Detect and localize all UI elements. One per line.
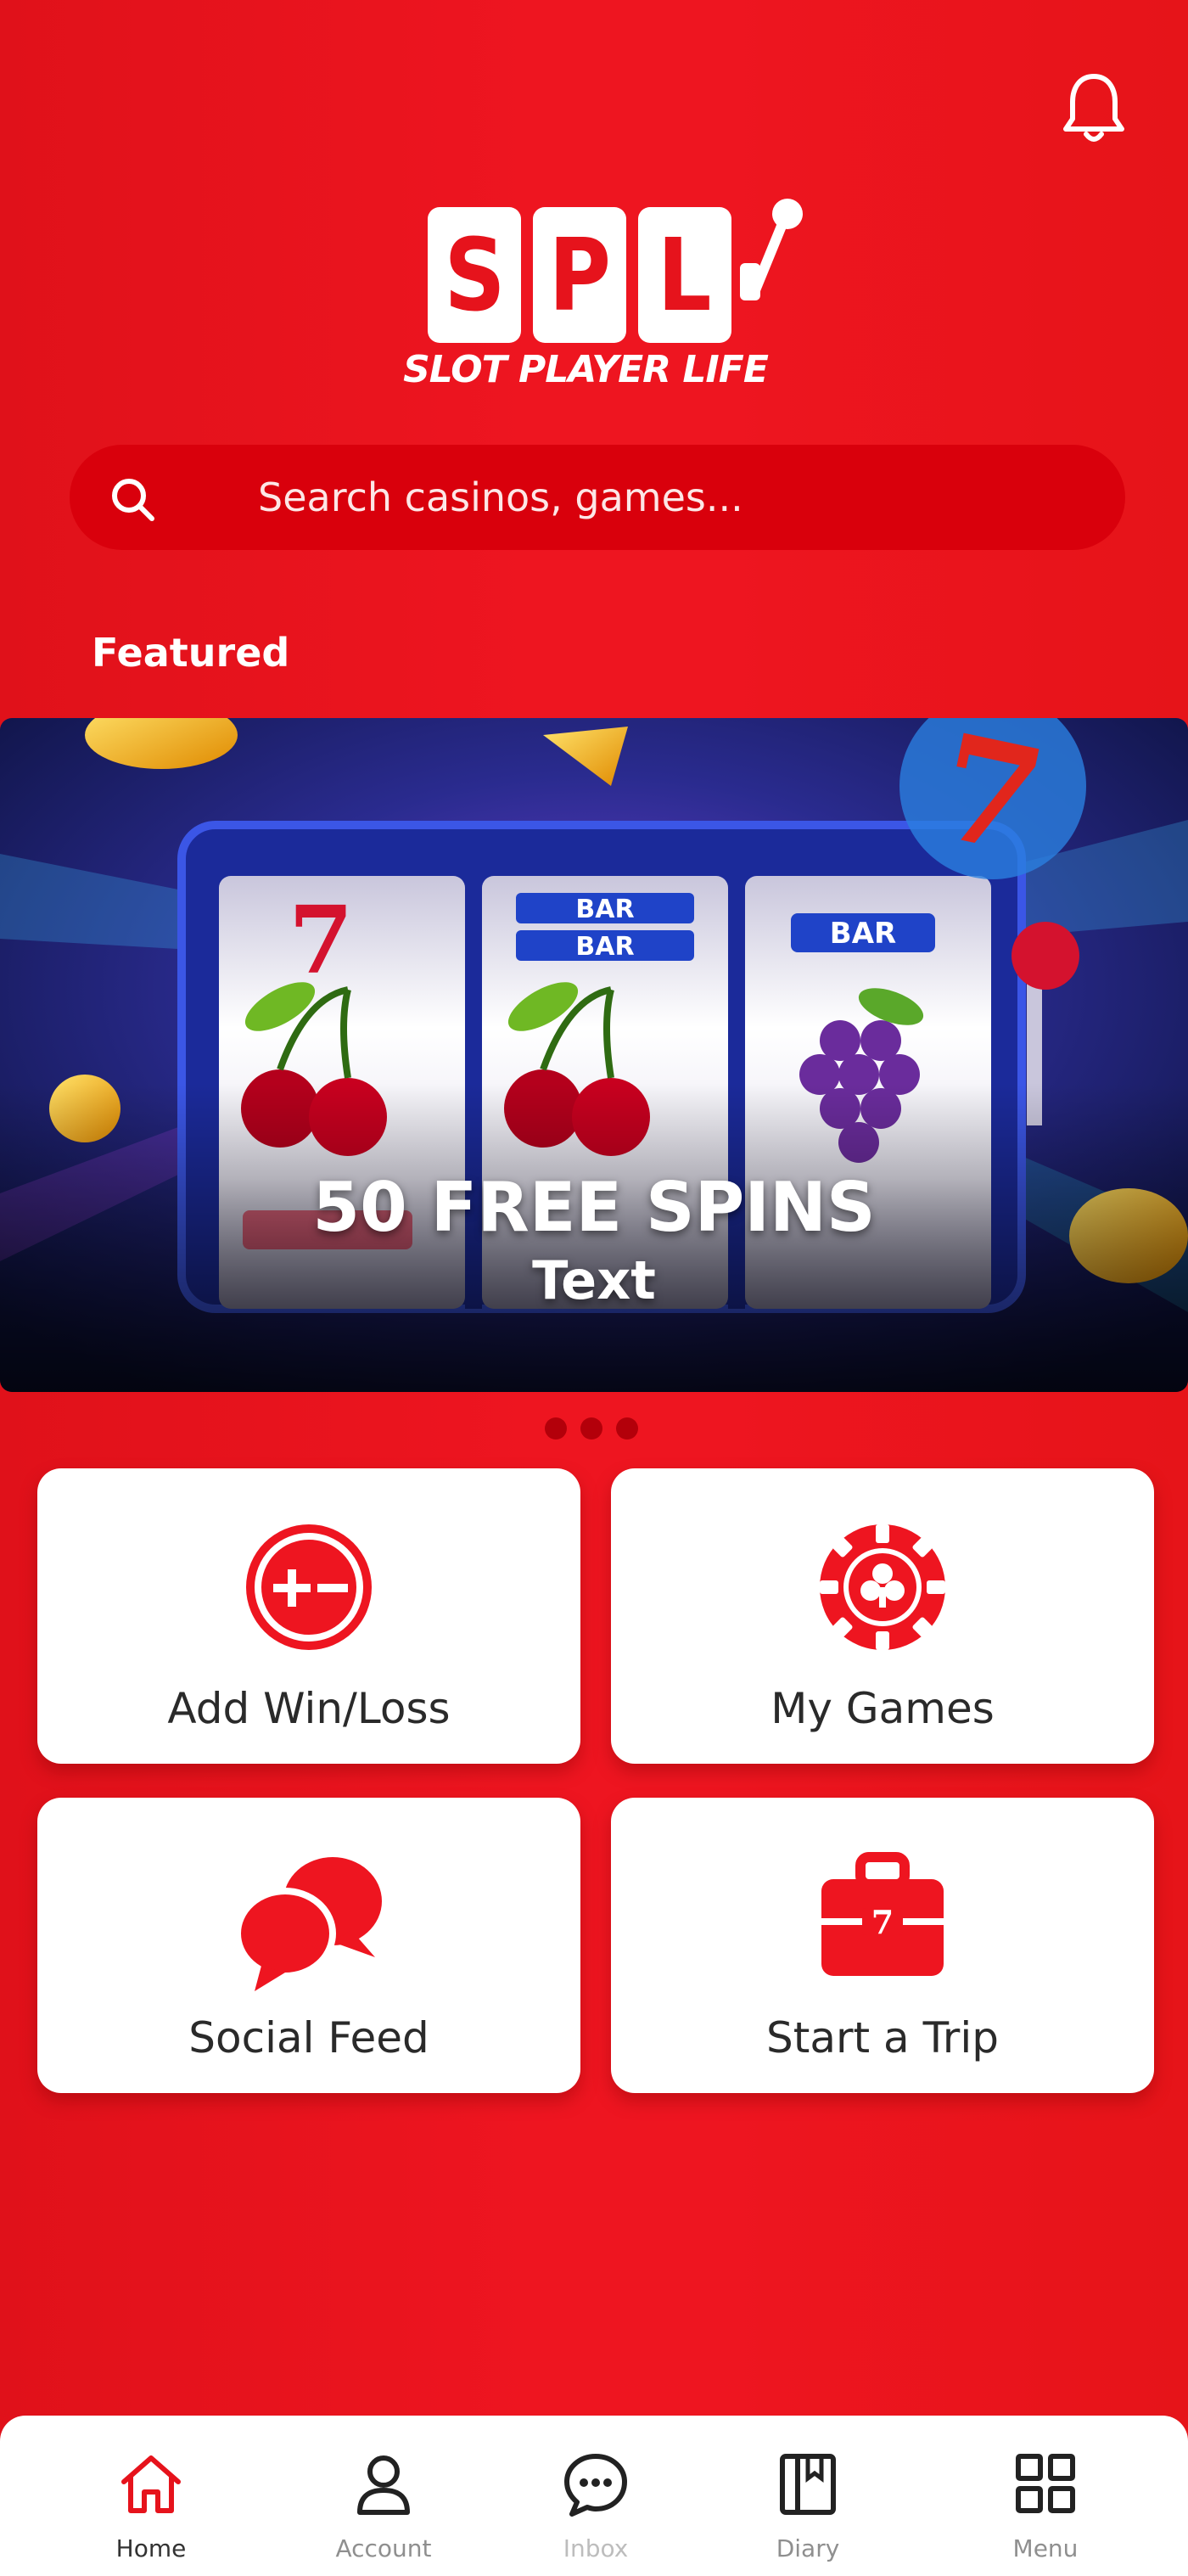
tab-inbox[interactable]: Inbox <box>511 2416 681 2576</box>
svg-text:BAR: BAR <box>575 895 634 924</box>
chat-icon <box>564 2454 627 2517</box>
suitcase-icon: 7 <box>821 1852 944 1976</box>
svg-text:7: 7 <box>871 1903 894 1941</box>
social-feed-button[interactable]: Social Feed <box>37 1798 580 2093</box>
card-label: Social Feed <box>188 2013 429 2062</box>
book-icon <box>780 2454 836 2515</box>
tab-label: Home <box>115 2534 187 2562</box>
svg-text:7: 7 <box>289 885 354 995</box>
plus-minus-icon <box>246 1524 372 1650</box>
tab-account[interactable]: Account <box>299 2416 468 2576</box>
card-label: Start a Trip <box>766 2013 999 2062</box>
card-label: Add Win/Loss <box>167 1684 451 1733</box>
user-icon <box>357 2455 410 2515</box>
tab-label: Diary <box>776 2534 840 2562</box>
my-games-button[interactable]: My Games <box>611 1468 1154 1764</box>
grid-icon <box>1016 2454 1075 2513</box>
carousel-dot[interactable] <box>580 1417 602 1440</box>
search-bar[interactable] <box>70 445 1125 550</box>
start-trip-button[interactable]: 7 Start a Trip <box>611 1798 1154 2093</box>
home-icon <box>121 2455 181 2513</box>
tab-label: Account <box>335 2534 432 2562</box>
logo-tile: P <box>533 207 626 343</box>
featured-title: Featured <box>92 630 290 676</box>
logo-tile: L <box>638 207 731 343</box>
logo-tagline: SLOT PLAYER LIFE <box>403 348 769 391</box>
tab-diary[interactable]: Diary <box>723 2416 893 2576</box>
poker-chip-icon <box>820 1524 945 1650</box>
banner-subtitle: Text <box>532 1249 656 1311</box>
slot-lever-icon <box>740 199 803 300</box>
add-win-loss-button[interactable]: Add Win/Loss <box>37 1468 580 1764</box>
carousel-dot[interactable] <box>616 1417 638 1440</box>
search-icon <box>112 479 154 521</box>
tab-label: Inbox <box>563 2534 629 2562</box>
tab-menu[interactable]: Menu <box>961 2416 1130 2576</box>
carousel-indicator[interactable] <box>545 1417 638 1440</box>
svg-text:BAR: BAR <box>575 932 634 962</box>
bell-icon[interactable] <box>1059 70 1129 146</box>
chat-bubbles-icon <box>234 1857 382 1991</box>
logo-tile: S <box>428 207 521 343</box>
bottom-tab-bar: Home Account Inbox Diary Menu <box>0 2416 1188 2576</box>
tab-label: Menu <box>1012 2534 1079 2562</box>
search-input[interactable] <box>258 465 1090 530</box>
svg-text:BAR: BAR <box>830 917 896 951</box>
tab-home[interactable]: Home <box>66 2416 236 2576</box>
card-label: My Games <box>771 1684 995 1733</box>
carousel-dot[interactable] <box>545 1417 567 1440</box>
app-logo: S P L SLOT PLAYER LIFE <box>390 197 806 401</box>
banner-headline: 50 FREE SPINS <box>312 1168 876 1247</box>
